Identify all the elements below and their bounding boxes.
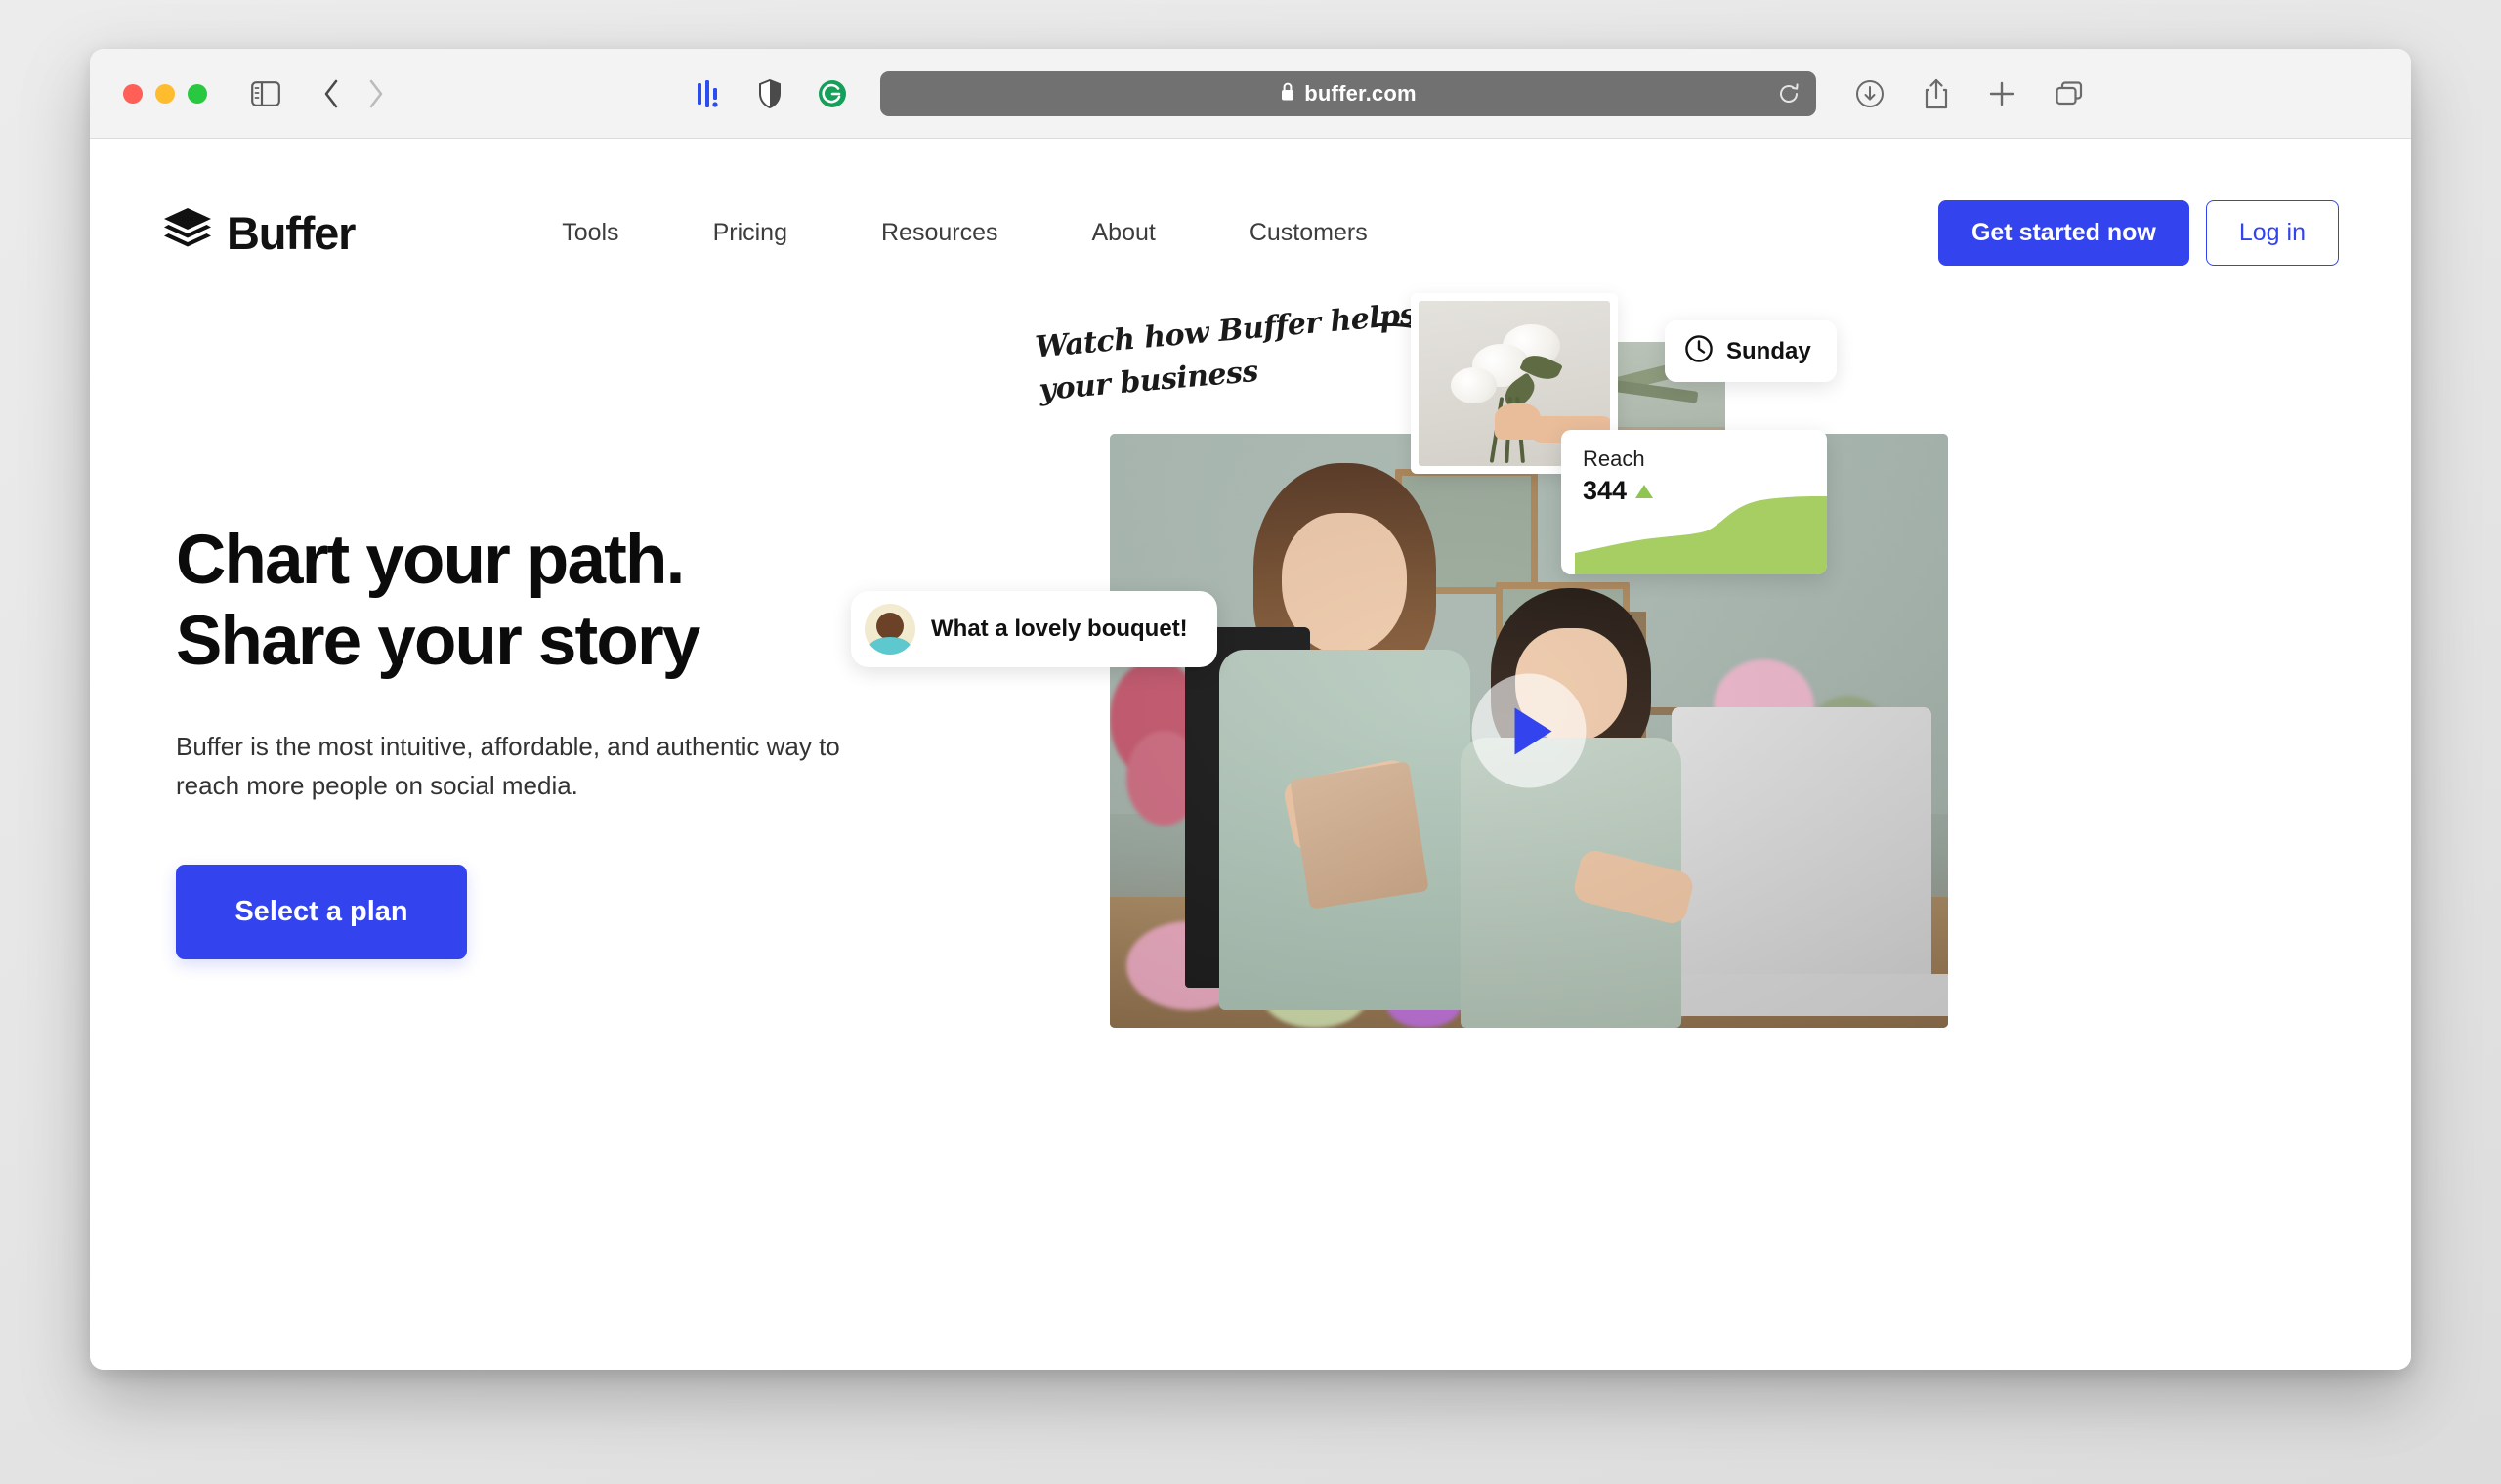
reach-label: Reach	[1583, 446, 1645, 471]
address-bar-url: buffer.com	[1304, 80, 1417, 106]
shield-icon[interactable]	[758, 78, 782, 108]
grammarly-icon[interactable]	[818, 79, 847, 108]
hero-annotation: Watch how Buffer helps your business	[1034, 298, 1482, 407]
grammarly-bars-icon[interactable]	[697, 79, 722, 108]
hero-copy: Chart your path. Share your story Buffer…	[162, 285, 905, 1370]
toolbar-right-actions	[1855, 78, 2084, 109]
tab-overview-icon[interactable]	[2055, 80, 2084, 107]
play-icon	[1514, 707, 1552, 754]
hero-media: Watch how Buffer helps your business Sun…	[851, 285, 2339, 1370]
close-window-button[interactable]	[123, 83, 143, 104]
forward-chevron-icon[interactable]	[366, 78, 386, 109]
buffer-stacked-layers-icon	[162, 206, 213, 260]
address-bar[interactable]: buffer.com	[880, 70, 1816, 116]
nav-item-customers[interactable]: Customers	[1250, 219, 1368, 247]
clock-icon	[1684, 334, 1714, 368]
buffer-wordmark: Buffer	[227, 206, 356, 259]
get-started-button[interactable]: Get started now	[1937, 199, 2189, 266]
downloads-icon[interactable]	[1855, 79, 1885, 108]
browser-window: buffer.com Buffer Tools Pricing Resource…	[90, 49, 2411, 1370]
nav-item-resources[interactable]: Resources	[881, 219, 998, 247]
reach-metric-card: Reach 344	[1561, 430, 1827, 574]
window-traffic-lights	[123, 83, 207, 104]
hero-annotation-text: Watch how Buffer helps your business	[1034, 297, 1418, 407]
schedule-day-label: Sunday	[1726, 337, 1811, 364]
nav-item-tools[interactable]: Tools	[562, 219, 618, 247]
web-page: Buffer Tools Pricing Resources About Cus…	[90, 139, 2411, 1370]
reach-area-chart	[1575, 492, 1827, 574]
minimize-window-button[interactable]	[155, 83, 175, 104]
select-a-plan-button[interactable]: Select a plan	[176, 864, 467, 959]
user-avatar	[865, 604, 915, 655]
sidebar-toggle-icon[interactable]	[251, 80, 280, 106]
hero-title-line-2: Share your story	[176, 603, 700, 681]
share-icon[interactable]	[1924, 78, 1949, 109]
header-actions: Get started now Log in	[1937, 199, 2339, 266]
comment-bubble-card: What a lovely bouquet!	[851, 591, 1217, 667]
back-chevron-icon[interactable]	[321, 78, 341, 109]
address-bar-content: buffer.com	[1280, 80, 1417, 106]
page-title: Chart your path. Share your story	[176, 520, 905, 682]
browser-extensions	[697, 78, 847, 108]
maximize-window-button[interactable]	[188, 83, 207, 104]
buffer-logo[interactable]: Buffer	[162, 206, 356, 260]
site-header: Buffer Tools Pricing Resources About Cus…	[90, 139, 2411, 285]
reload-icon[interactable]	[1777, 82, 1801, 106]
hero-title-line-1: Chart your path.	[176, 522, 685, 599]
log-in-button[interactable]: Log in	[2205, 199, 2339, 266]
browser-toolbar: buffer.com	[90, 49, 2411, 139]
main-navigation: Tools Pricing Resources About Customers	[562, 219, 1368, 247]
hero-section: Chart your path. Share your story Buffer…	[90, 285, 2411, 1370]
schedule-chip-card: Sunday	[1665, 320, 1837, 382]
nav-item-pricing[interactable]: Pricing	[713, 219, 787, 247]
nav-item-about[interactable]: About	[1091, 219, 1155, 247]
lock-icon	[1280, 81, 1295, 106]
hero-subtitle: Buffer is the most intuitive, affordable…	[176, 732, 840, 801]
comment-text: What a lovely bouquet!	[931, 615, 1188, 642]
new-tab-icon[interactable]	[1988, 80, 2015, 107]
play-video-button[interactable]	[1471, 673, 1587, 788]
